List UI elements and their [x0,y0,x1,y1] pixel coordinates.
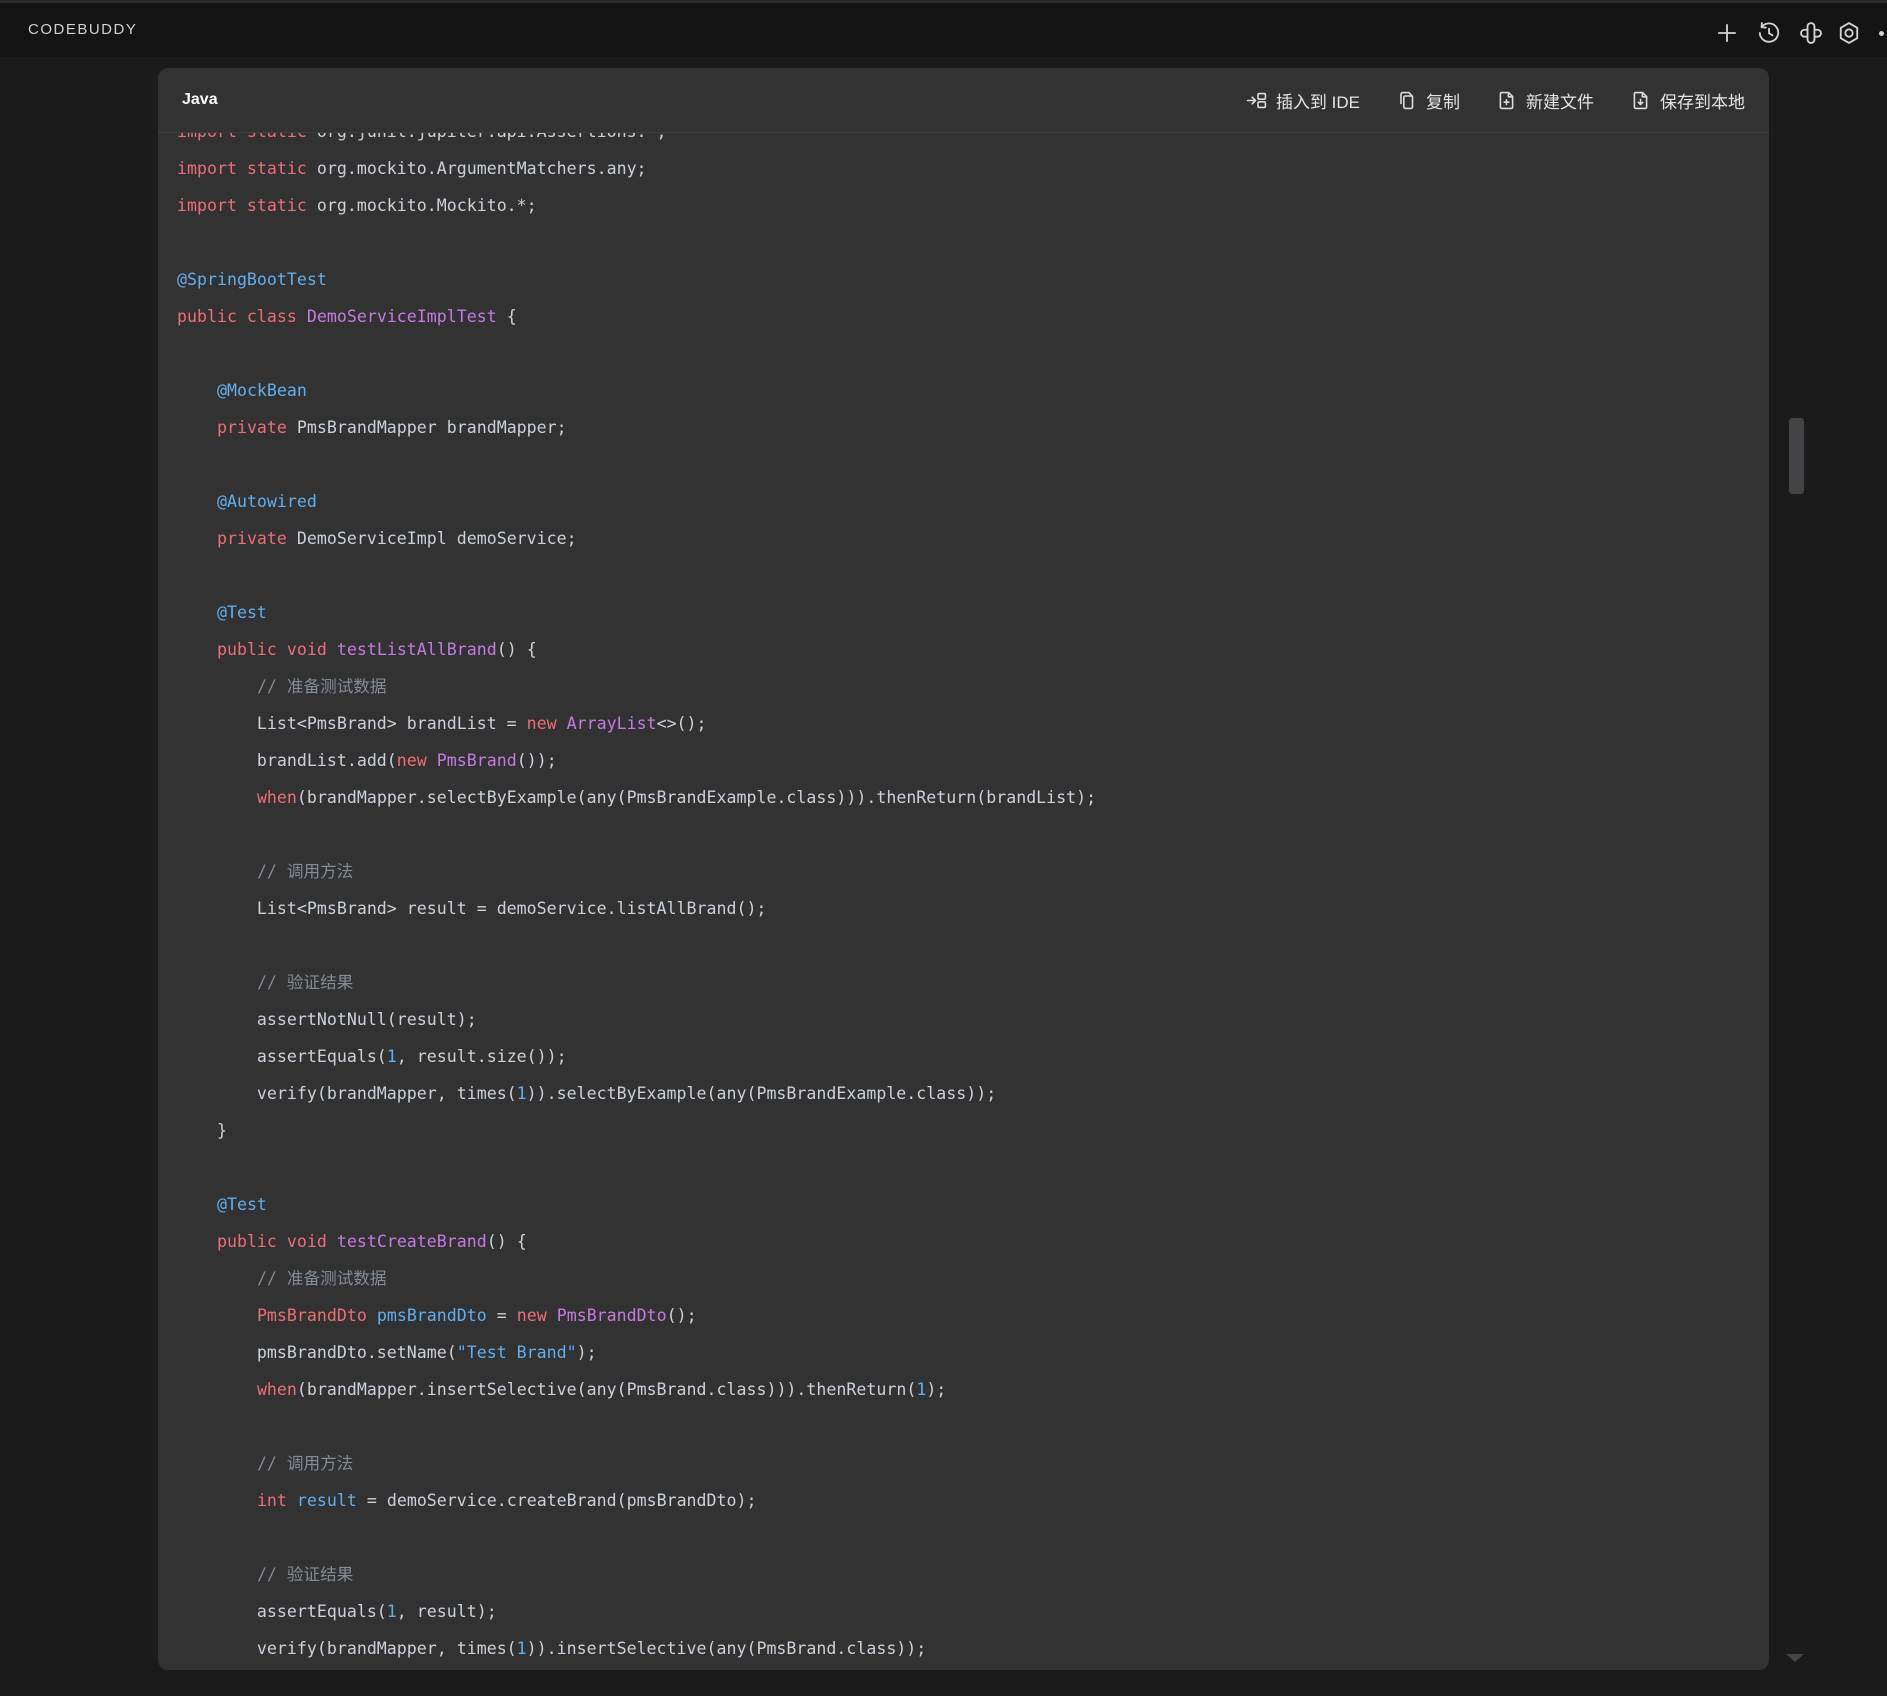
code-line: public void testCreateBrand() { [177,1223,1769,1260]
panel-scrollbar-thumb[interactable] [1789,418,1804,494]
code-scroll-area[interactable]: import static org.junit.jupiter.api.Asse… [158,133,1769,1669]
add-icon[interactable] [1714,20,1740,46]
history-icon[interactable] [1756,20,1782,46]
new-file-icon [1496,90,1517,111]
code-line: } [177,1667,1769,1669]
code-line [177,1408,1769,1445]
code-line: import static org.junit.jupiter.api.Asse… [177,133,1769,150]
code-line: private PmsBrandMapper brandMapper; [177,409,1769,446]
code-line [177,927,1769,964]
code-line: assertEquals(1, result); [177,1593,1769,1630]
scroll-down-chevron-icon[interactable] [1786,1654,1804,1662]
language-label: Java [182,91,218,109]
code-line: public class DemoServiceImplTest { [177,298,1769,335]
plugins-icon[interactable] [1798,20,1824,46]
code-actions: 插入到 IDE 复制 [1246,88,1745,113]
code-line: // 调用方法 [177,853,1769,890]
insert-to-ide-button[interactable]: 插入到 IDE [1246,88,1360,113]
code-line [177,1519,1769,1556]
code-line [177,446,1769,483]
code-line: } [177,1112,1769,1149]
code-line: // 验证结果 [177,1556,1769,1593]
code-line: @SpringBootTest [177,261,1769,298]
code-line: private DemoServiceImpl demoService; [177,520,1769,557]
code-line: public void testListAllBrand() { [177,631,1769,668]
copy-button[interactable]: 复制 [1396,88,1460,113]
code-line: assertEquals(1, result.size()); [177,1038,1769,1075]
save-to-local-label: 保存到本地 [1660,88,1745,113]
new-file-button[interactable]: 新建文件 [1496,88,1594,113]
code-line: // 准备测试数据 [177,1260,1769,1297]
code-line: List<PmsBrand> result = demoService.list… [177,890,1769,927]
top-bar: CODEBUDDY [0,0,1887,57]
code-line: // 验证结果 [177,964,1769,1001]
code-line: when(brandMapper.selectByExample(any(Pms… [177,779,1769,816]
code-line: PmsBrandDto pmsBrandDto = new PmsBrandDt… [177,1297,1769,1334]
code-line: @Test [177,1186,1769,1223]
code-pre: import static org.junit.jupiter.api.Asse… [158,133,1769,1669]
code-line [177,224,1769,261]
codebuddy-window: CODEBUDDY [0,0,1887,1696]
insert-to-ide-icon [1246,90,1267,111]
code-line [177,816,1769,853]
code-line: int result = demoService.createBrand(pms… [177,1482,1769,1519]
more-icon[interactable] [1879,31,1884,36]
code-block-card: Java 插入到 IDE [158,68,1769,1670]
code-line: brandList.add(new PmsBrand()); [177,742,1769,779]
copy-icon [1396,90,1417,111]
copy-label: 复制 [1426,88,1460,113]
code-line: // 准备测试数据 [177,668,1769,705]
insert-to-ide-label: 插入到 IDE [1276,88,1360,113]
app-title: CODEBUDDY [28,3,137,57]
code-line: import static org.mockito.Mockito.*; [177,187,1769,224]
code-line: List<PmsBrand> brandList = new ArrayList… [177,705,1769,742]
code-line: verify(brandMapper, times(1)).insertSele… [177,1630,1769,1667]
code-line: @MockBean [177,372,1769,409]
new-file-label: 新建文件 [1526,88,1594,113]
code-line: verify(brandMapper, times(1)).selectByEx… [177,1075,1769,1112]
code-block-header: Java 插入到 IDE [158,68,1769,133]
code-line: when(brandMapper.insertSelective(any(Pms… [177,1371,1769,1408]
save-to-local-icon [1630,90,1651,111]
code-line: @Autowired [177,483,1769,520]
code-line: import static org.mockito.ArgumentMatche… [177,150,1769,187]
code-line: // 调用方法 [177,1445,1769,1482]
save-to-local-button[interactable]: 保存到本地 [1630,88,1745,113]
code-line: assertNotNull(result); [177,1001,1769,1038]
code-line: @Test [177,594,1769,631]
code-line [177,557,1769,594]
code-line: pmsBrandDto.setName("Test Brand"); [177,1334,1769,1371]
code-line [177,335,1769,372]
code-line [177,1149,1769,1186]
settings-icon[interactable] [1836,20,1862,46]
